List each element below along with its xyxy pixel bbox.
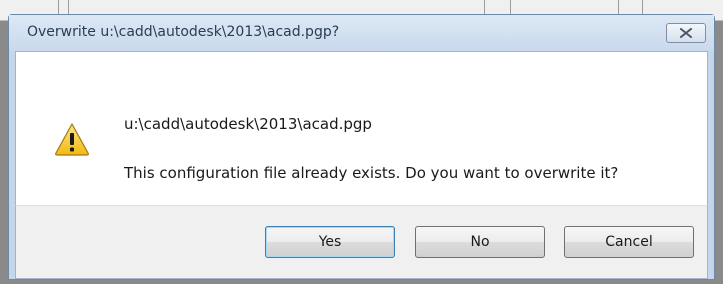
dialog-button-bar: Yes No Cancel	[15, 205, 708, 279]
cancel-button[interactable]: Cancel	[564, 226, 694, 258]
message-file-path: u:\cadd\autodesk\2013\acad.pgp	[124, 115, 372, 133]
message-text: This configuration file already exists. …	[124, 164, 619, 182]
dialog-content: u:\cadd\autodesk\2013\acad.pgp This conf…	[15, 51, 708, 205]
overwrite-dialog: Overwrite u:\cadd\autodesk\2013\acad.pgp…	[8, 14, 715, 280]
warning-icon	[55, 123, 89, 156]
close-icon	[680, 28, 692, 38]
close-button[interactable]	[666, 23, 706, 43]
yes-button[interactable]: Yes	[265, 226, 395, 258]
dialog-title: Overwrite u:\cadd\autodesk\2013\acad.pgp…	[27, 24, 340, 40]
dialog-titlebar[interactable]: Overwrite u:\cadd\autodesk\2013\acad.pgp…	[9, 15, 714, 51]
no-button[interactable]: No	[415, 226, 545, 258]
